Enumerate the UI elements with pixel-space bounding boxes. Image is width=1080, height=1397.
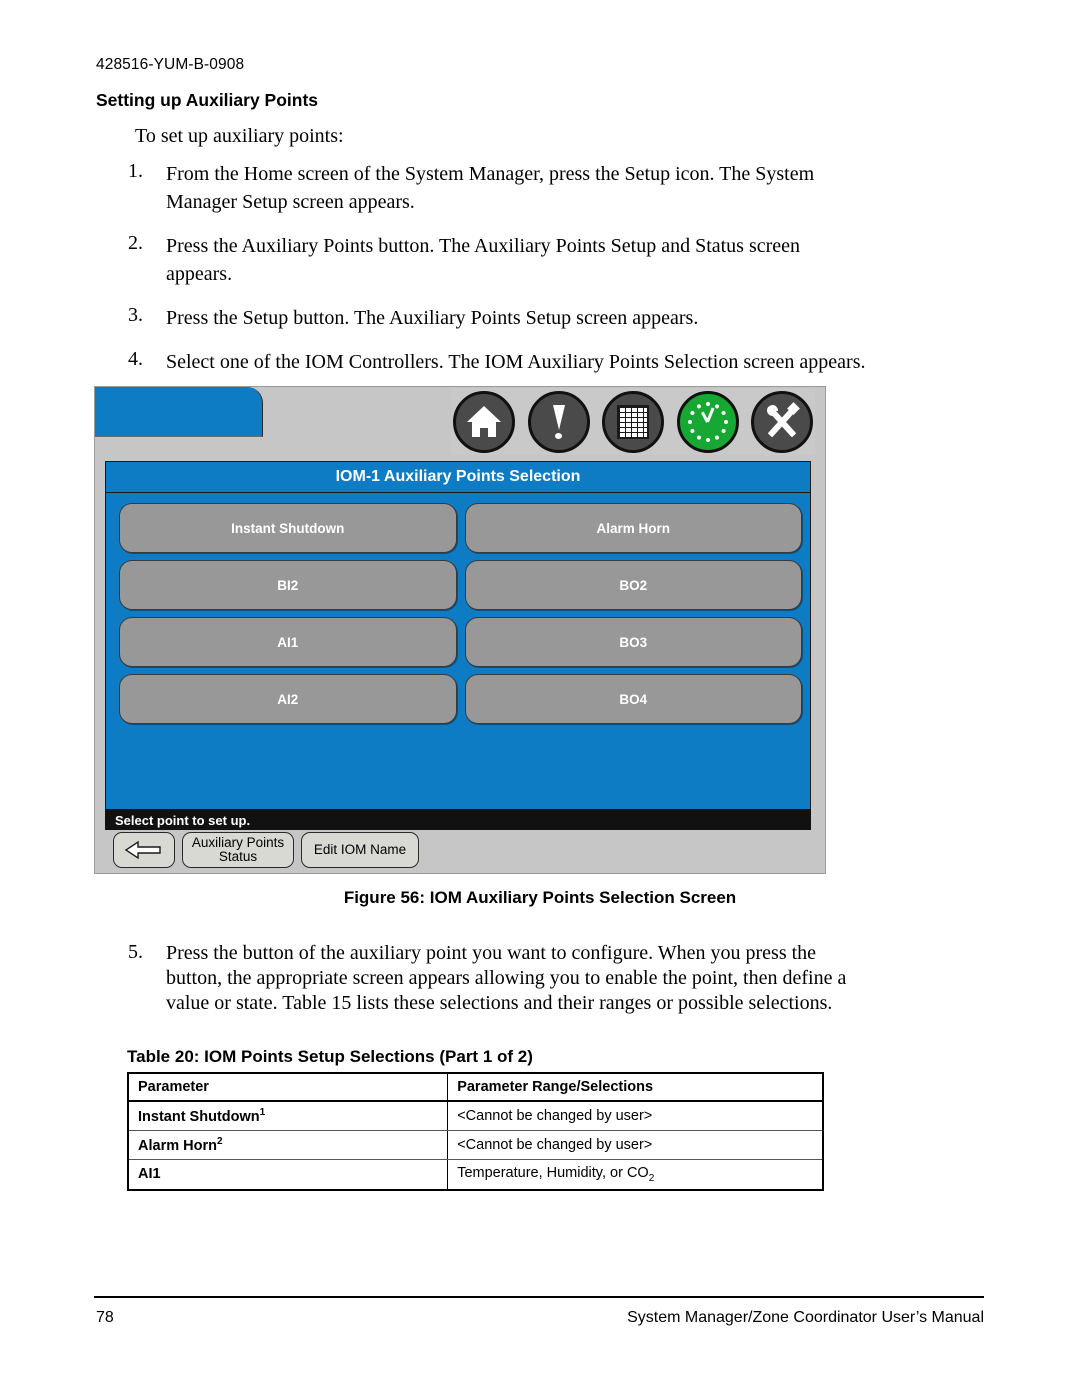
figure-device-screenshot: IOM-1 Auxiliary Points Selection Instant… <box>94 386 826 874</box>
cell-parameter: AI1 <box>127 1158 449 1191</box>
points-setup-table: Parameter Parameter Range/Selections Ins… <box>127 1072 824 1191</box>
aux-button-instant-shutdown[interactable]: Instant Shutdown <box>119 503 457 553</box>
edit-iom-name-button[interactable]: Edit IOM Name <box>301 832 419 868</box>
page-number: 78 <box>96 1309 114 1326</box>
list-item: 3. Press the Setup button. The Auxiliary… <box>128 304 868 332</box>
cell-parameter-text: Instant Shutdown <box>138 1108 260 1125</box>
tools-icon[interactable] <box>751 391 813 453</box>
clock-icon[interactable] <box>676 391 739 453</box>
list-item: 5. Press the button of the auxiliary poi… <box>128 941 858 1016</box>
list-item: 1. From the Home screen of the System Ma… <box>128 160 868 216</box>
manual-title: System Manager/Zone Coordinator User’s M… <box>627 1309 984 1326</box>
step-number: 5. <box>128 941 143 963</box>
list-item: 2. Press the Auxiliary Points button. Th… <box>128 232 868 288</box>
document-id: 428516-YUM-B-0908 <box>96 56 245 73</box>
step-number: 3. <box>128 304 143 326</box>
cell-range-text: Temperature, Humidity, or CO <box>457 1164 649 1181</box>
step-number: 4. <box>128 348 143 370</box>
table-row: AI1 Temperature, Humidity, or CO2 <box>127 1158 824 1191</box>
table-title: Table 20: IOM Points Setup Selections (P… <box>127 1047 533 1066</box>
cell-range: Temperature, Humidity, or CO2 <box>447 1158 824 1191</box>
table-header-row: Parameter Parameter Range/Selections <box>127 1073 824 1102</box>
step-text: From the Home screen of the System Manag… <box>166 163 815 213</box>
device-tab <box>95 387 263 437</box>
table-row: Instant Shutdown1 <Cannot be changed by … <box>127 1100 824 1131</box>
aux-button-bo3[interactable]: BO3 <box>464 617 802 667</box>
auxiliary-points-status-button[interactable]: Auxiliary Points Status <box>182 832 294 868</box>
lead-in-text: To set up auxiliary points: <box>135 125 344 147</box>
figure-caption: Figure 56: IOM Auxiliary Points Selectio… <box>343 888 737 907</box>
document-page: 428516-YUM-B-0908 Setting up Auxiliary P… <box>0 0 1080 1397</box>
schedule-grid-icon[interactable] <box>602 391 664 453</box>
back-arrow-icon <box>124 840 164 860</box>
device-toolbar <box>451 389 815 455</box>
aux-button-ai1[interactable]: AI1 <box>119 617 457 667</box>
aux-button-ai2[interactable]: AI2 <box>119 674 457 724</box>
step-text: Press the Auxiliary Points button. The A… <box>166 235 801 285</box>
cell-range: <Cannot be changed by user> <box>447 1100 824 1131</box>
footnote-marker: 1 <box>259 1107 266 1118</box>
subscript-two: 2 <box>648 1172 655 1184</box>
device-footer-bar: Auxiliary Points Status Edit IOM Name <box>105 830 811 870</box>
status-bar: Select point to set up. <box>105 809 811 831</box>
back-button[interactable] <box>113 832 175 868</box>
screen-content-area: Instant Shutdown Alarm Horn BI2 BO2 AI1 … <box>105 493 811 809</box>
cell-range: <Cannot be changed by user> <box>447 1129 824 1160</box>
step-text: Select one of the IOM Controllers. The I… <box>166 351 866 373</box>
footnote-marker: 2 <box>216 1135 223 1147</box>
screen-title-bar: IOM-1 Auxiliary Points Selection <box>105 461 811 493</box>
aux-button-bi2[interactable]: BI2 <box>119 560 457 610</box>
cell-parameter: Instant Shutdown1 <box>127 1100 449 1131</box>
alert-icon[interactable] <box>527 391 590 453</box>
home-icon[interactable] <box>453 391 515 453</box>
aux-button-bo2[interactable]: BO2 <box>464 560 802 610</box>
section-heading: Setting up Auxiliary Points <box>96 90 319 110</box>
footer-divider <box>94 1296 984 1298</box>
step-text: Press the button of the auxiliary point … <box>166 942 847 1014</box>
column-header-parameter: Parameter <box>127 1073 449 1102</box>
aux-button-bo4[interactable]: BO4 <box>464 674 802 724</box>
step-number: 1. <box>128 160 143 182</box>
device-frame: IOM-1 Auxiliary Points Selection Instant… <box>94 386 826 874</box>
aux-point-button-grid: Instant Shutdown Alarm Horn BI2 BO2 AI1 … <box>119 503 802 724</box>
step-text: Press the Setup button. The Auxiliary Po… <box>166 307 699 329</box>
step-number: 2. <box>128 232 143 254</box>
cell-parameter-text: Alarm Horn <box>138 1137 217 1154</box>
cell-parameter: Alarm Horn2 <box>127 1129 449 1160</box>
list-item: 4. Select one of the IOM Controllers. Th… <box>128 348 868 376</box>
column-header-range: Parameter Range/Selections <box>447 1073 824 1102</box>
procedure-step-list: 1. From the Home screen of the System Ma… <box>128 160 868 392</box>
aux-button-alarm-horn[interactable]: Alarm Horn <box>464 503 802 553</box>
table-row: Alarm Horn2 <Cannot be changed by user> <box>127 1129 824 1160</box>
